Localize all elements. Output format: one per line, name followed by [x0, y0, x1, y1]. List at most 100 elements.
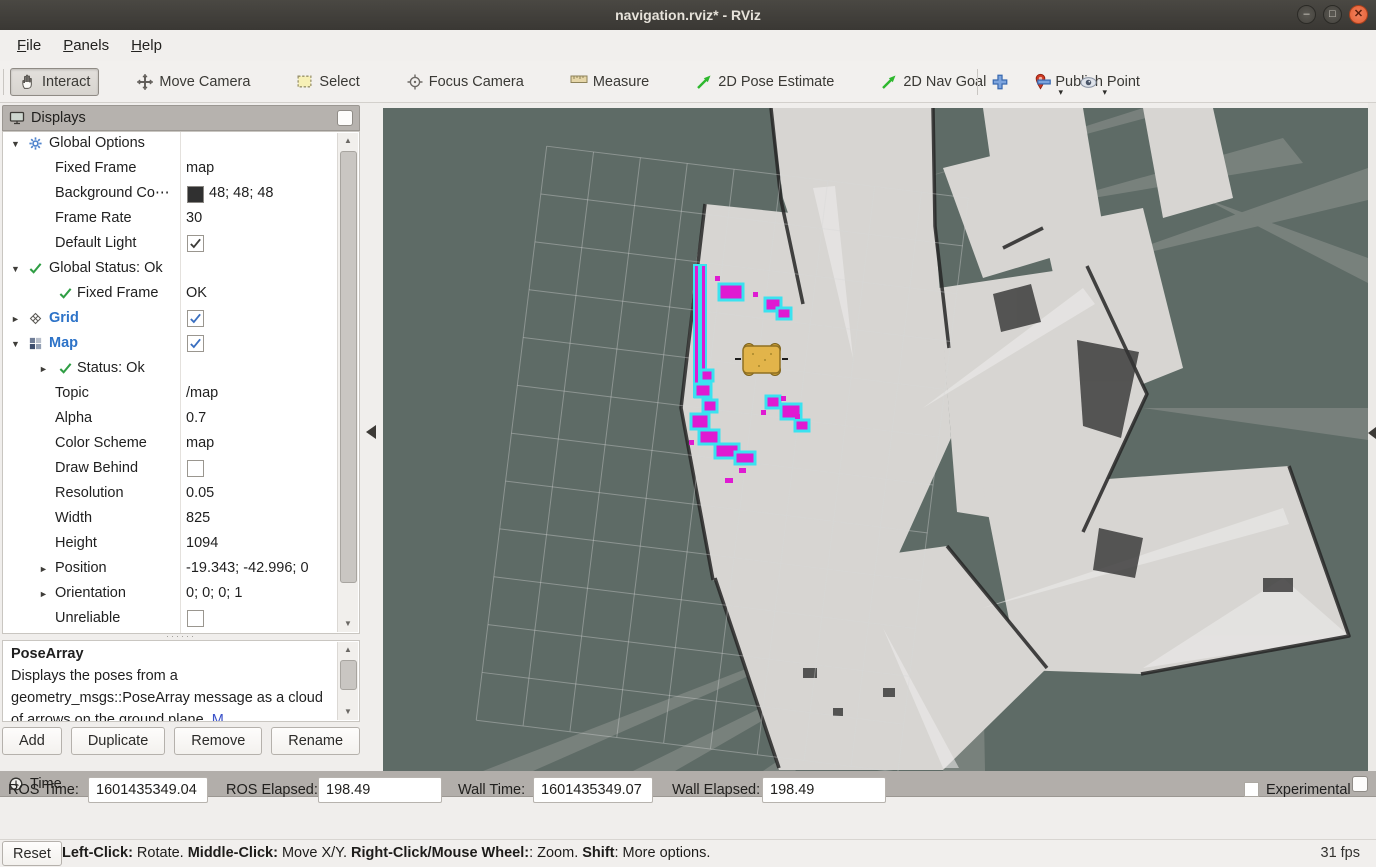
- property-checkbox[interactable]: [187, 460, 204, 477]
- tree-row-unreliable[interactable]: Unreliable: [3, 607, 339, 632]
- tool-select[interactable]: Select: [287, 68, 368, 96]
- close-button[interactable]: ✕: [1349, 5, 1368, 24]
- property-value[interactable]: /map: [186, 385, 218, 401]
- remove-display-button[interactable]: Remove: [174, 727, 262, 755]
- time-field-label: ROS Time:: [8, 782, 79, 798]
- toolbar-actions: ▾▾: [988, 61, 1100, 103]
- gear-icon: [28, 136, 44, 152]
- tree-scrollbar[interactable]: ▲ ▼: [337, 133, 358, 632]
- toolbar-handle: [3, 69, 4, 95]
- menu-help[interactable]: Help: [120, 33, 173, 58]
- tree-row-height[interactable]: Height1094: [3, 532, 339, 557]
- duplicate-display-button[interactable]: Duplicate: [71, 727, 165, 755]
- toolbar: Interact Move Camera Select Focus Camera Mea…: [0, 61, 1376, 103]
- description-text: PoseArrayDisplays the poses from ageomet…: [3, 641, 359, 722]
- menu-panels[interactable]: Panels: [52, 33, 120, 58]
- tool-move-camera[interactable]: Move Camera: [127, 68, 259, 96]
- property-value[interactable]: 0; 0; 0; 1: [186, 585, 242, 601]
- property-checkbox[interactable]: [187, 335, 204, 352]
- collapse-left-panel-icon[interactable]: [366, 425, 376, 439]
- tree-row-map[interactable]: ▼Map: [3, 332, 339, 357]
- property-checkbox[interactable]: [187, 310, 204, 327]
- collapse-arrow-icon[interactable]: ▼: [11, 139, 20, 149]
- expand-arrow-icon[interactable]: ►: [39, 364, 48, 374]
- property-value[interactable]: OK: [186, 285, 207, 301]
- scrollbar-thumb[interactable]: [340, 660, 357, 690]
- tree-row-background-color[interactable]: Background Co⋯48; 48; 48: [3, 182, 339, 207]
- maximize-button[interactable]: □: [1323, 5, 1342, 24]
- tree-row-draw-behind[interactable]: Draw Behind: [3, 457, 339, 482]
- tree-row-global-options[interactable]: ▼Global Options: [3, 132, 339, 157]
- tool-interact[interactable]: Interact: [10, 68, 99, 96]
- tool-visibility-button[interactable]: ▾: [1076, 67, 1100, 97]
- menu-file[interactable]: File: [6, 33, 52, 58]
- property-value[interactable]: map: [186, 435, 214, 451]
- display-tree[interactable]: ▲ ▼ ▼Global OptionsFixed FramemapBackgro…: [2, 131, 360, 634]
- tool-2d-pose-estimate[interactable]: 2D Pose Estimate: [686, 68, 843, 96]
- tree-row-alpha[interactable]: Alpha0.7: [3, 407, 339, 432]
- property-value[interactable]: 30: [186, 210, 202, 226]
- property-value[interactable]: map: [186, 160, 214, 176]
- render-view[interactable]: [383, 108, 1368, 771]
- remove-tool-button[interactable]: ▾: [1032, 67, 1056, 97]
- tree-row-color-scheme[interactable]: Color Schememap: [3, 432, 339, 457]
- add-tool-button[interactable]: [988, 67, 1012, 97]
- expand-arrow-icon[interactable]: ►: [39, 589, 48, 599]
- toolbar-tools: Interact Move Camera Select Focus Camera Mea…: [10, 61, 1149, 103]
- displays-panel-header[interactable]: Displays: [2, 105, 360, 131]
- ros-time-input[interactable]: 1601435349.04: [88, 777, 208, 803]
- scroll-down-icon[interactable]: ▼: [338, 704, 358, 720]
- tree-row-width[interactable]: Width825: [3, 507, 339, 532]
- more-information-link[interactable]: M: [212, 712, 224, 722]
- tree-row-orientation[interactable]: ►Orientation0; 0; 0; 1: [3, 582, 339, 607]
- tree-row-frame-rate[interactable]: Frame Rate30: [3, 207, 339, 232]
- collapse-arrow-icon[interactable]: ▼: [11, 339, 20, 349]
- description-scrollbar[interactable]: ▲ ▼: [337, 642, 358, 720]
- tree-row-fixed-frame[interactable]: Fixed Framemap: [3, 157, 339, 182]
- rename-display-button[interactable]: Rename: [271, 727, 360, 755]
- tree-row-resolution[interactable]: Resolution0.05: [3, 482, 339, 507]
- ros-elapsed-input[interactable]: 198.49: [318, 777, 442, 803]
- add-display-button[interactable]: Add: [2, 727, 62, 755]
- property-checkbox[interactable]: [187, 235, 204, 252]
- property-label: Unreliable: [55, 610, 120, 626]
- float-panel-button[interactable]: [337, 110, 353, 126]
- scroll-up-icon[interactable]: ▲: [338, 642, 358, 658]
- color-swatch[interactable]: [187, 186, 204, 203]
- property-value[interactable]: 48; 48; 48: [209, 185, 274, 201]
- property-value[interactable]: 0.05: [186, 485, 214, 501]
- status-bar: Reset Left-Click: Rotate. Middle-Click: …: [0, 839, 1376, 867]
- float-panel-button[interactable]: [1352, 776, 1368, 792]
- minimize-button[interactable]: –: [1297, 5, 1316, 24]
- tree-row-position[interactable]: ►Position-19.343; -42.996; 0: [3, 557, 339, 582]
- collapse-arrow-icon[interactable]: ▼: [11, 264, 20, 274]
- scroll-down-icon[interactable]: ▼: [338, 616, 358, 632]
- property-checkbox[interactable]: [187, 610, 204, 627]
- property-value[interactable]: 825: [186, 510, 210, 526]
- wall-time-input[interactable]: 1601435349.07: [533, 777, 653, 803]
- property-label: Global Status: Ok: [49, 260, 163, 276]
- tree-row-status-fixed-frame[interactable]: Fixed FrameOK: [3, 282, 339, 307]
- tree-row-grid[interactable]: ►Grid: [3, 307, 339, 332]
- property-value[interactable]: -19.343; -42.996; 0: [186, 560, 309, 576]
- expand-right-panel-icon[interactable]: [1368, 427, 1376, 439]
- dropdown-caret-icon[interactable]: ▾: [1058, 87, 1063, 98]
- tool-focus-camera[interactable]: Focus Camera: [397, 68, 533, 96]
- scroll-up-icon[interactable]: ▲: [338, 133, 358, 149]
- property-value[interactable]: 1094: [186, 535, 218, 551]
- property-value[interactable]: 0.7: [186, 410, 206, 426]
- tree-row-topic[interactable]: Topic/map: [3, 382, 339, 407]
- wall-elapsed-input[interactable]: 198.49: [762, 777, 886, 803]
- scrollbar-thumb[interactable]: [340, 151, 357, 583]
- tree-row-map-status[interactable]: ►Status: Ok: [3, 357, 339, 382]
- tool-measure[interactable]: Measure: [561, 68, 658, 96]
- experimental-checkbox[interactable]: [1244, 782, 1259, 797]
- expand-arrow-icon[interactable]: ►: [11, 314, 20, 324]
- expand-arrow-icon[interactable]: ►: [39, 564, 48, 574]
- tool-label: Select: [319, 74, 359, 90]
- tree-row-global-status[interactable]: ▼ Global Status: Ok: [3, 257, 339, 282]
- tree-row-default-light[interactable]: Default Light: [3, 232, 339, 257]
- reset-button[interactable]: Reset: [2, 841, 62, 866]
- dropdown-caret-icon[interactable]: ▾: [1102, 87, 1107, 98]
- main-area: Displays ▲ ▼ ▼Global OptionsFixed Framem…: [0, 103, 1376, 771]
